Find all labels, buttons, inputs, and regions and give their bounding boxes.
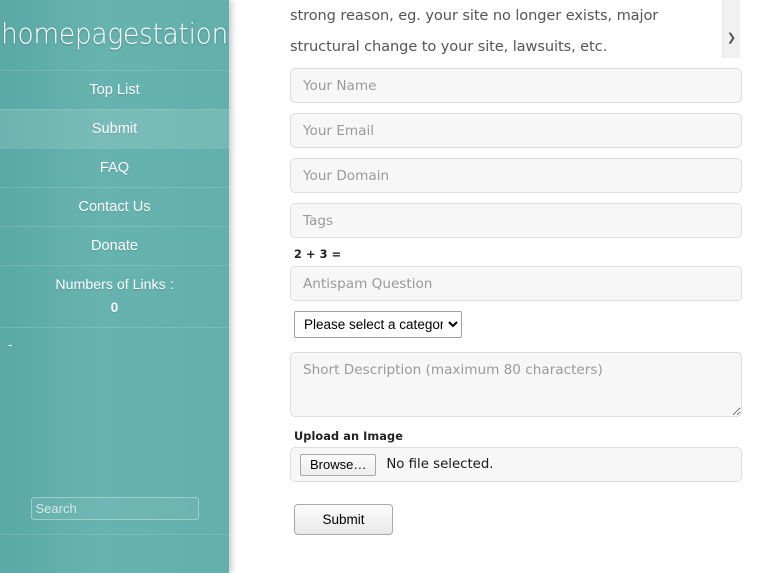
category-select[interactable]: Please select a category.. [294, 311, 462, 338]
antispam-input[interactable] [290, 266, 742, 301]
sidebar-item-label: Contact Us [78, 199, 151, 215]
site-logo-text: homepagestation [0, 17, 229, 51]
name-input[interactable] [290, 68, 742, 103]
sidebar-search-row [0, 489, 229, 535]
sidebar-item-contact-us[interactable]: Contact Us [0, 187, 229, 226]
sidebar-placeholder-section: - [0, 327, 229, 477]
sidebar-divider [0, 534, 229, 535]
file-status-text: No file selected. [386, 457, 494, 472]
upload-image-label: Upload an Image [294, 430, 403, 443]
antispam-question-label: 2 + 3 = [294, 248, 342, 261]
site-logo[interactable]: homepagestation [0, 0, 229, 70]
chevron-down-icon[interactable]: ❯ [723, 33, 740, 44]
main-content: strong reason, eg. your site no longer e… [229, 0, 757, 573]
search-input[interactable] [30, 497, 199, 520]
browse-button[interactable]: Browse… [300, 453, 377, 476]
sidebar-item-label: FAQ [99, 160, 130, 176]
sidebar-item-submit[interactable]: Submit [0, 109, 229, 148]
sidebar-item-label: Donate [90, 238, 139, 254]
links-counter-value: 0 [110, 300, 119, 315]
email-input[interactable] [290, 113, 742, 148]
submit-form: 2 + 3 = Please select a category.. Uploa… [290, 68, 742, 535]
page-root: homepagestation Top List Submit FAQ Cont… [0, 0, 757, 573]
domain-input[interactable] [290, 158, 742, 193]
sidebar: homepagestation Top List Submit FAQ Cont… [0, 0, 229, 573]
tags-input[interactable] [290, 203, 742, 238]
links-counter-label: Numbers of Links : [55, 277, 174, 293]
sidebar-item-faq[interactable]: FAQ [0, 148, 229, 187]
intro-paragraph: strong reason, eg. your site no longer e… [290, 7, 659, 55]
sidebar-item-top-list[interactable]: Top List [0, 70, 229, 109]
short-description-textarea[interactable] [290, 352, 742, 417]
sidebar-dash-text: - [8, 337, 13, 352]
sidebar-item-label: Submit [91, 121, 138, 137]
file-upload-field[interactable]: Browse… No file selected. [290, 447, 742, 482]
sidebar-item-label: Top List [89, 82, 140, 98]
submit-button[interactable]: Submit [294, 504, 393, 535]
links-counter: Numbers of Links : 0 [0, 265, 229, 327]
page-scrollbar[interactable]: ❯ [722, 0, 740, 58]
sidebar-item-donate[interactable]: Donate [0, 226, 229, 265]
